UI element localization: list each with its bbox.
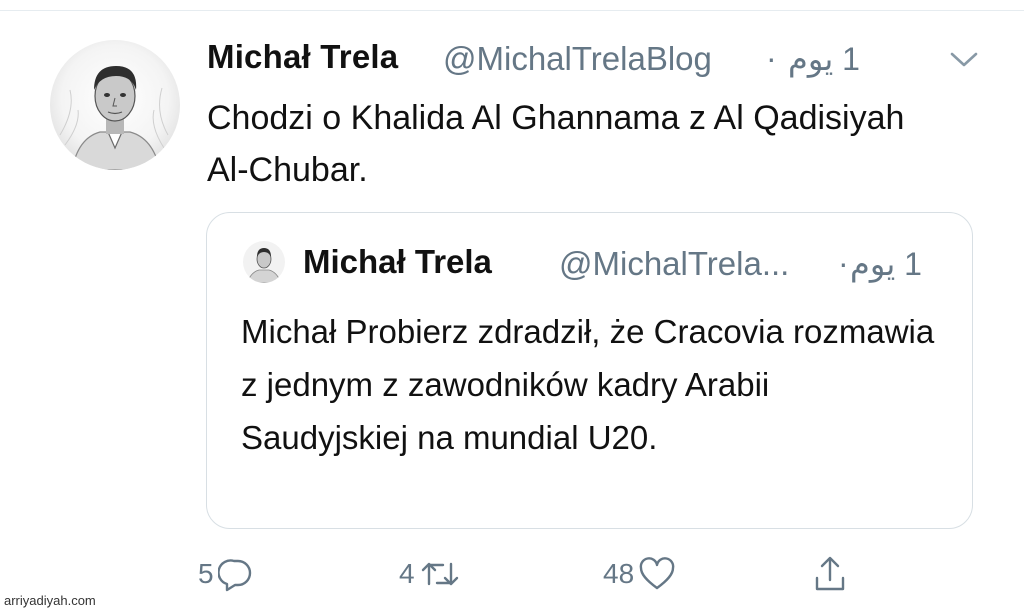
- tweet-timestamp[interactable]: 1 يوم: [788, 40, 860, 78]
- quoted-tweet-card[interactable]: Michał Trela @MichalTrela... · 1 يوم Mic…: [206, 212, 973, 529]
- retweet-icon: [421, 562, 458, 586]
- separator-dot: ·: [766, 40, 777, 76]
- quoted-author-portrait-icon: [246, 248, 282, 283]
- quoted-separator-dot: ·: [838, 245, 849, 281]
- tweet-text: Chodzi o Khalida Al Ghannama z Al Qadisi…: [207, 99, 905, 189]
- top-divider: [0, 10, 1024, 11]
- like-button[interactable]: 48: [603, 552, 676, 596]
- reply-icon: [217, 559, 251, 592]
- quoted-author-avatar: [243, 241, 285, 283]
- share-icon: [815, 556, 845, 591]
- chevron-down-icon[interactable]: [944, 44, 984, 74]
- author-name[interactable]: Michał Trela: [207, 38, 398, 76]
- reply-count: 5: [198, 558, 214, 589]
- like-count: 48: [603, 558, 635, 589]
- share-button[interactable]: [812, 552, 848, 596]
- author-portrait-icon: [59, 66, 169, 170]
- site-watermark: arriyadiyah.com: [4, 593, 96, 608]
- quoted-author-handle: @MichalTrela...: [559, 245, 790, 282]
- retweet-count: 4: [399, 558, 415, 589]
- quoted-timestamp: 1 يوم: [850, 246, 922, 282]
- heart-icon: [639, 557, 675, 590]
- quoted-author-name: Michał Trela: [303, 243, 492, 280]
- retweet-button[interactable]: 4: [399, 552, 461, 596]
- reply-button[interactable]: 5: [198, 552, 254, 596]
- quoted-tweet-text: Michał Probierz zdradził, że Cracovia ro…: [241, 313, 935, 456]
- author-avatar[interactable]: [50, 40, 180, 170]
- author-handle[interactable]: @MichalTrelaBlog: [443, 40, 712, 78]
